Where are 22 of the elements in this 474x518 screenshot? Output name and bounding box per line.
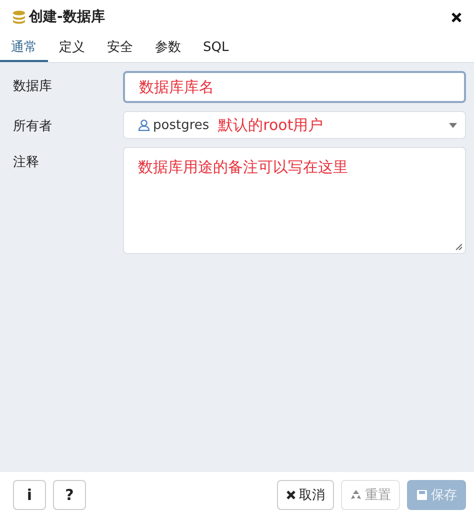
textarea-field[interactable]: 数据库用途的备注可以写在这里 [123,147,466,254]
tab[interactable]: 通常 [0,34,48,62]
help-button[interactable]: ? [53,480,86,510]
info-button[interactable]: i [13,480,46,510]
caret-icon [449,122,457,128]
save-icon [416,489,428,501]
field-label: 数据库 [12,78,53,95]
field-label: 所有者 [12,118,53,135]
tab[interactable]: 定义 [48,34,96,62]
tab[interactable]: 参数 [144,34,192,62]
tab[interactable]: SQL [192,34,240,62]
close-icon[interactable] [451,12,462,22]
select-field[interactable]: postgres 默认的root用户 [123,111,466,139]
field-label: 注释 [12,154,40,171]
window-title: 创建-数据库 [29,8,105,26]
resize-grip-icon [455,243,462,250]
input-field[interactable]: 数据库库名 [123,71,466,103]
tab[interactable]: 安全 [96,34,144,62]
close-icon [286,490,296,500]
user-icon [138,119,150,131]
cancel-button[interactable]: 取消 [277,480,334,510]
database-icon [12,10,26,24]
